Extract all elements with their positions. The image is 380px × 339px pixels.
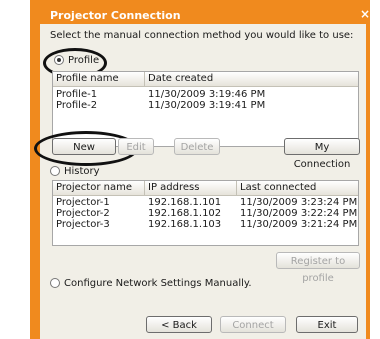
- delete-button[interactable]: Delete: [174, 138, 220, 155]
- profile-radio-icon[interactable]: [54, 55, 64, 65]
- edit-button[interactable]: Edit: [118, 138, 154, 155]
- profile-name-cell: Profile-2: [56, 100, 98, 111]
- table-row[interactable]: Projector-2 192.168.1.102 11/30/2009 3:2…: [53, 208, 358, 219]
- column-header-projector-name[interactable]: Projector name: [53, 181, 145, 195]
- projector-name-cell: Projector-3: [56, 219, 110, 230]
- profile-table: Profile name Date created Profile-1 11/3…: [52, 71, 359, 147]
- close-icon[interactable]: ×: [360, 7, 370, 21]
- ip-address-cell: 192.168.1.102: [148, 208, 222, 219]
- profile-radio-option[interactable]: Profile: [54, 55, 99, 66]
- date-created-cell: 11/30/2009 3:19:41 PM: [148, 100, 266, 111]
- exit-button[interactable]: Exit: [296, 316, 358, 333]
- history-radio-icon[interactable]: [50, 166, 60, 176]
- last-connected-cell: 11/30/2009 3:23:24 PM: [240, 197, 358, 208]
- last-connected-cell: 11/30/2009 3:22:24 PM: [240, 208, 358, 219]
- manual-settings-radio-option[interactable]: Configure Network Settings Manually.: [50, 278, 252, 289]
- history-table: Projector name IP address Last connected…: [52, 180, 359, 246]
- profile-table-header: Profile name Date created: [53, 72, 358, 87]
- dialog-body: Select the manual connection method you …: [34, 24, 366, 339]
- history-table-header: Projector name IP address Last connected: [53, 181, 358, 196]
- my-connection-button[interactable]: My Connection: [284, 138, 360, 170]
- ip-address-cell: 192.168.1.103: [148, 219, 222, 230]
- last-connected-cell: 11/30/2009 3:21:24 PM: [240, 219, 358, 230]
- column-header-ip-address[interactable]: IP address: [145, 181, 237, 195]
- history-radio-option[interactable]: History: [50, 166, 100, 177]
- instruction-text: Select the manual connection method you …: [50, 30, 354, 41]
- manual-settings-radio-label: Configure Network Settings Manually.: [64, 278, 252, 289]
- column-header-date-created[interactable]: Date created: [145, 72, 358, 86]
- ip-address-cell: 192.168.1.101: [148, 197, 222, 208]
- window-title: Projector Connection: [50, 9, 181, 22]
- connect-button[interactable]: Connect: [220, 316, 286, 333]
- history-radio-label: History: [64, 166, 100, 177]
- projector-name-cell: Projector-2: [56, 208, 110, 219]
- register-to-profile-button[interactable]: Register to profile: [276, 252, 360, 284]
- manual-settings-radio-icon[interactable]: [50, 278, 60, 288]
- column-header-profile-name[interactable]: Profile name: [53, 72, 145, 86]
- table-row[interactable]: Profile-2 11/30/2009 3:19:41 PM: [53, 100, 358, 111]
- column-header-last-connected[interactable]: Last connected: [237, 181, 358, 195]
- projector-name-cell: Projector-1: [56, 197, 110, 208]
- profile-name-cell: Profile-1: [56, 89, 98, 100]
- date-created-cell: 11/30/2009 3:19:46 PM: [148, 89, 266, 100]
- table-row[interactable]: Profile-1 11/30/2009 3:19:46 PM: [53, 89, 358, 100]
- back-button[interactable]: < Back: [146, 316, 212, 333]
- table-row[interactable]: Projector-3 192.168.1.103 11/30/2009 3:2…: [53, 219, 358, 230]
- new-button[interactable]: New: [52, 138, 116, 155]
- profile-radio-label: Profile: [68, 55, 100, 66]
- table-row[interactable]: Projector-1 192.168.1.101 11/30/2009 3:2…: [53, 197, 358, 208]
